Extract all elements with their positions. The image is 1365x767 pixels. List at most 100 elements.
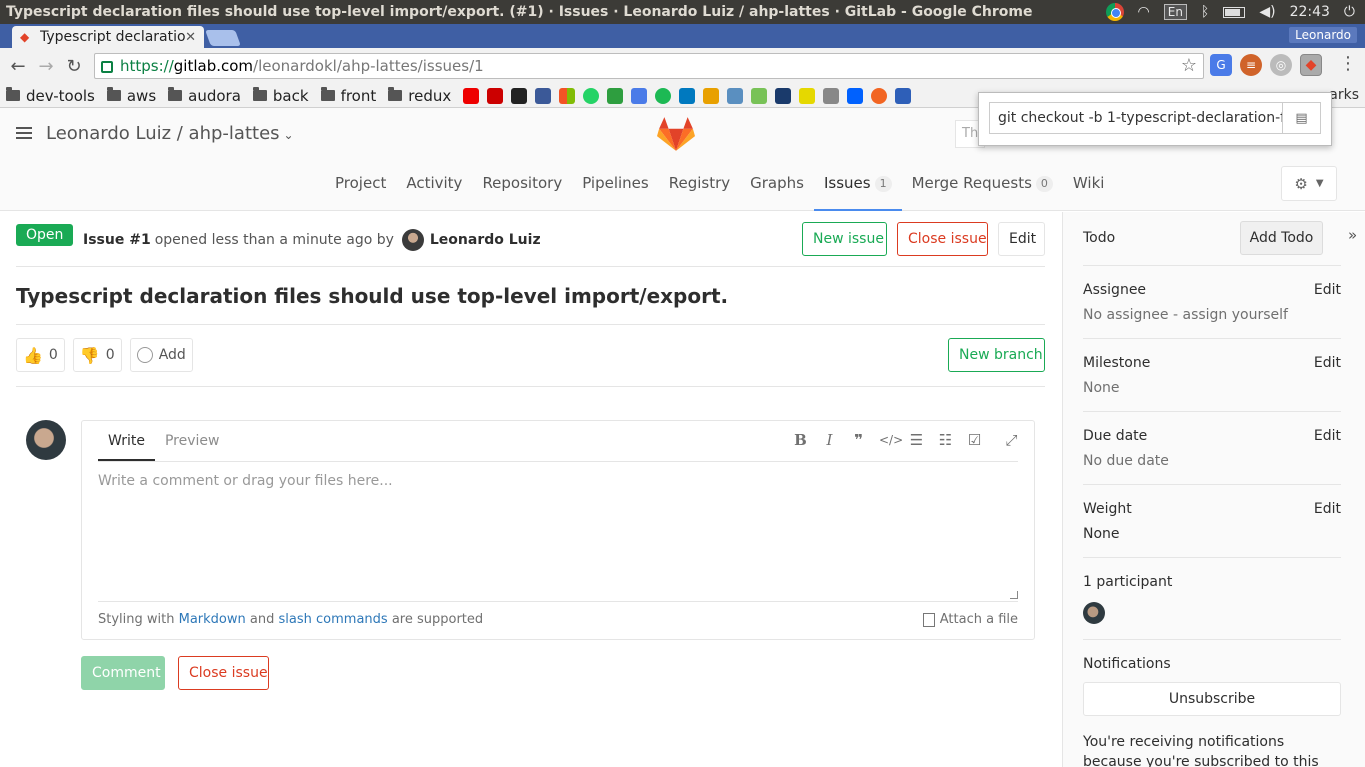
android-bookmark-icon[interactable] <box>751 87 768 104</box>
chrome-menu-icon[interactable]: ⋮ <box>1339 53 1357 74</box>
profile-button[interactable]: Leonardo <box>1289 27 1357 43</box>
extension-icon[interactable]: ◎ <box>1270 54 1292 76</box>
nav-activity[interactable]: Activity <box>396 160 472 211</box>
bookmark-folder[interactable]: front <box>320 87 376 105</box>
tab-write[interactable]: Write <box>98 421 155 461</box>
reload-icon[interactable]: ↻ <box>60 56 88 77</box>
edit-weight-link[interactable]: Edit <box>1314 501 1341 517</box>
nav-repository[interactable]: Repository <box>472 160 572 211</box>
bookmark-icon[interactable] <box>823 87 840 104</box>
copy-clipboard-button[interactable]: ▤ <box>1283 102 1321 134</box>
clock[interactable]: 22:43 <box>1290 4 1330 20</box>
forward-arrow-icon[interactable]: → <box>32 56 60 77</box>
quote-icon[interactable]: ❞ <box>850 431 867 449</box>
markdown-link[interactable]: Markdown <box>179 612 246 627</box>
keyboard-layout[interactable]: En <box>1163 4 1187 20</box>
close-issue-bottom-button[interactable]: Close issue <box>178 656 269 690</box>
project-title[interactable]: Leonardo Luiz / ahp-lattes ⌄ <box>46 123 294 144</box>
whatsapp-bookmark-icon[interactable] <box>583 87 600 104</box>
bookmark-icon[interactable] <box>703 87 720 104</box>
add-award-button[interactable]: Add <box>129 338 193 372</box>
bold-icon[interactable]: B <box>792 431 809 449</box>
unsubscribe-button[interactable]: Unsubscribe <box>1083 682 1341 716</box>
attach-file-button[interactable]: Attach a file <box>922 612 1018 627</box>
bookmark-folder[interactable]: back <box>252 87 309 105</box>
translate-extension-icon[interactable]: G <box>1210 54 1232 76</box>
settings-dropdown-button[interactable]: ⚙ ▼ <box>1281 166 1337 201</box>
other-bookmarks[interactable]: arks <box>1329 87 1359 103</box>
bookmark-folder[interactable]: aws <box>106 87 156 105</box>
nav-pipelines[interactable]: Pipelines <box>572 160 659 211</box>
volume-icon[interactable]: ◀) <box>1259 4 1275 20</box>
collapse-sidebar-icon[interactable]: » <box>1348 226 1357 244</box>
edit-issue-button[interactable]: Edit <box>998 222 1045 256</box>
italic-icon[interactable]: I <box>821 431 838 449</box>
nav-registry[interactable]: Registry <box>659 160 740 211</box>
bookmark-star-icon[interactable]: ☆ <box>1181 55 1197 76</box>
youtube-bookmark-icon[interactable] <box>463 87 480 104</box>
current-user-avatar[interactable] <box>26 420 66 460</box>
fullscreen-icon[interactable]: ⤢ <box>1003 431 1020 449</box>
facebook-bookmark-icon[interactable] <box>535 87 552 104</box>
nav-merge-requests[interactable]: Merge Requests 0 <box>902 160 1063 211</box>
comment-submit-button[interactable]: Comment <box>81 656 165 690</box>
resize-handle[interactable] <box>1010 591 1018 599</box>
bluetooth-icon[interactable]: ᛒ <box>1201 4 1209 20</box>
back-arrow-icon[interactable]: ← <box>4 56 32 77</box>
chrome-icon[interactable] <box>1105 3 1124 21</box>
comment-textarea[interactable]: Write a comment or drag your files here.… <box>98 473 1018 599</box>
lock-icon[interactable] <box>101 61 113 73</box>
edit-due-date-link[interactable]: Edit <box>1314 428 1341 444</box>
new-issue-button[interactable]: New issue <box>802 222 887 256</box>
wifi-icon[interactable]: ◠ <box>1138 4 1150 20</box>
nav-graphs[interactable]: Graphs <box>740 160 814 211</box>
task-list-icon[interactable]: ☑ <box>966 431 983 449</box>
thumbs-up-award[interactable]: 👍 0 <box>16 338 65 372</box>
bookmark-icon[interactable] <box>895 87 912 104</box>
extension-icon[interactable]: ≡ <box>1240 54 1262 76</box>
bookmark-icon[interactable] <box>775 87 792 104</box>
address-bar[interactable]: https://gitlab.com/leonardokl/ahp-lattes… <box>94 53 1204 79</box>
tab-preview[interactable]: Preview <box>155 421 230 461</box>
add-todo-button[interactable]: Add Todo <box>1240 221 1323 255</box>
battery-icon[interactable] <box>1223 6 1246 18</box>
spotify-bookmark-icon[interactable] <box>655 87 672 104</box>
dropbox-bookmark-icon[interactable] <box>847 87 864 104</box>
nav-issues[interactable]: Issues 1 <box>813 160 902 211</box>
edit-milestone-link[interactable]: Edit <box>1314 355 1341 371</box>
new-branch-button[interactable]: New branch <box>948 338 1045 372</box>
slash-commands-link[interactable]: slash commands <box>279 612 388 627</box>
gitlab-extension-icon[interactable]: ◆ <box>1300 54 1322 76</box>
bookmark-icon[interactable] <box>511 87 528 104</box>
gitlab-logo[interactable] <box>657 116 695 152</box>
code-icon[interactable]: </> <box>879 433 903 447</box>
nav-wiki[interactable]: Wiki <box>1063 160 1115 211</box>
thumbs-down-award[interactable]: 👎 0 <box>72 338 122 372</box>
author-name[interactable]: Leonardo Luiz <box>430 232 541 248</box>
bookmark-folder[interactable]: redux <box>388 87 451 105</box>
nav-project[interactable]: Project <box>325 160 396 211</box>
netflix-bookmark-icon[interactable] <box>487 87 504 104</box>
browser-tab[interactable]: ◆ Typescript declaratio ✕ <box>12 26 204 48</box>
hamburger-menu-icon[interactable] <box>16 127 32 139</box>
bookmark-icon[interactable] <box>727 87 744 104</box>
bookmark-folder[interactable]: dev-tools <box>6 87 95 105</box>
new-tab-button[interactable] <box>205 30 241 46</box>
participant-avatar[interactable] <box>1083 602 1105 624</box>
trello-bookmark-icon[interactable] <box>679 87 696 104</box>
edit-assignee-link[interactable]: Edit <box>1314 282 1341 298</box>
translate-bookmark-icon[interactable] <box>631 87 648 104</box>
numbered-list-icon[interactable]: ☷ <box>937 431 954 449</box>
bullet-list-icon[interactable]: ☰ <box>908 431 925 449</box>
bookmark-icon[interactable] <box>799 87 816 104</box>
microsoft-bookmark-icon[interactable] <box>559 87 576 104</box>
assignee-value[interactable]: No assignee - assign yourself <box>1083 307 1288 323</box>
bookmark-folder[interactable]: audora <box>168 87 241 105</box>
git-command-field[interactable]: git checkout -b 1-typescript-declaration… <box>989 102 1283 134</box>
power-icon[interactable]: ⏻ <box>1344 4 1355 20</box>
bookmark-icon[interactable] <box>607 87 624 104</box>
bookmark-icon[interactable] <box>871 87 888 104</box>
close-issue-button[interactable]: Close issue <box>897 222 988 256</box>
tab-close-icon[interactable]: ✕ <box>185 30 196 45</box>
author-avatar[interactable] <box>401 229 424 251</box>
